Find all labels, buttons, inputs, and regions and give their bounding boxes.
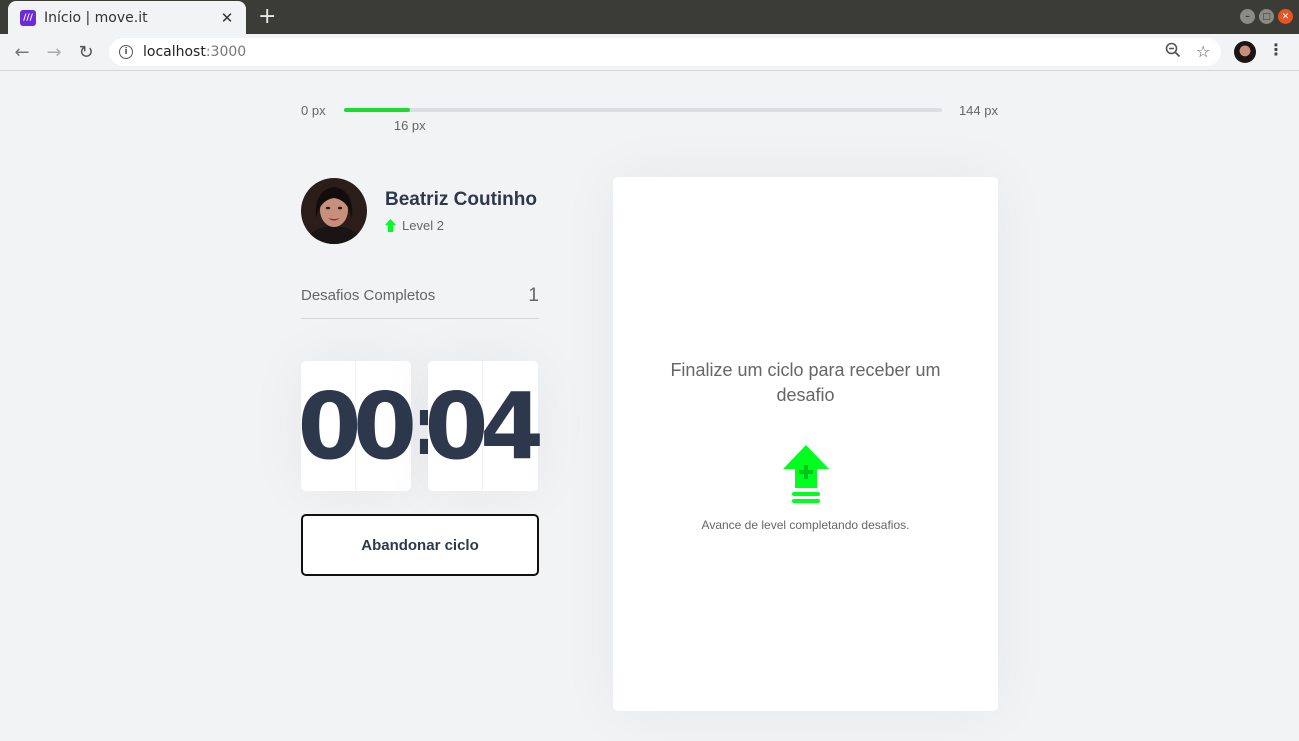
countdown-timer: 0 0 : 0 4 bbox=[298, 361, 544, 491]
second-digit: 4 bbox=[480, 372, 544, 480]
site-info-icon[interactable]: i bbox=[119, 45, 133, 59]
experience-fill bbox=[344, 108, 410, 112]
completed-challenges-count: 1 bbox=[528, 285, 539, 306]
challenge-empty-title: Finalize um ciclo para receber um desafi… bbox=[670, 360, 941, 405]
challenge-hint: Avance de level completando desafios. bbox=[701, 518, 910, 532]
moveit-favicon-icon: /// bbox=[20, 9, 36, 26]
level-up-arrow-icon bbox=[782, 445, 829, 503]
challenge-box: Finalize um ciclo para receber um desafi… bbox=[613, 177, 998, 711]
new-tab-icon[interactable]: + bbox=[258, 4, 276, 30]
profile-avatar-icon[interactable] bbox=[1234, 41, 1256, 63]
browser-tab-bar: /// Início | move.it ✕ + – □ ✕ bbox=[0, 0, 1299, 34]
tab-title: Início | move.it bbox=[44, 9, 148, 26]
profile-info: Beatriz Coutinho Level 2 bbox=[385, 189, 537, 233]
abandon-cycle-button[interactable]: Abandonar ciclo bbox=[301, 514, 539, 576]
minute-digit: 0 bbox=[353, 372, 417, 480]
experience-current-label: 16 px bbox=[393, 118, 426, 133]
user-avatar bbox=[301, 177, 367, 244]
level-label: Level 2 bbox=[402, 217, 444, 233]
level-up-icon bbox=[385, 218, 396, 232]
minute-digit: 0 bbox=[298, 361, 362, 491]
user-level: Level 2 bbox=[385, 218, 537, 233]
experience-bar: 0 px 16 px 144 px bbox=[301, 100, 998, 134]
close-window-icon[interactable]: ✕ bbox=[1278, 9, 1293, 24]
browser-tab[interactable]: /// Início | move.it ✕ bbox=[8, 1, 246, 34]
completed-challenges-label: Desafios Completos bbox=[301, 287, 436, 304]
bookmark-star-icon[interactable]: ☆ bbox=[1196, 42, 1210, 61]
url-text: localhost:3000 bbox=[143, 44, 247, 60]
completed-challenges: Desafios Completos 1 bbox=[301, 278, 539, 319]
browser-toolbar: ← → ↻ i localhost:3000 ☆ ⋮ bbox=[0, 34, 1299, 71]
address-bar[interactable]: i localhost:3000 ☆ bbox=[109, 38, 1221, 66]
maximize-window-icon[interactable]: □ bbox=[1259, 9, 1274, 24]
window-controls: – □ ✕ bbox=[1240, 9, 1293, 24]
second-digit: 0 bbox=[425, 361, 489, 491]
experience-max-label: 144 px bbox=[958, 103, 998, 118]
minimize-window-icon[interactable]: – bbox=[1240, 9, 1255, 24]
reload-icon[interactable]: ↻ bbox=[74, 40, 98, 64]
forward-arrow-icon[interactable]: → bbox=[42, 40, 66, 64]
close-tab-icon[interactable]: ✕ bbox=[218, 9, 236, 27]
zoom-icon[interactable] bbox=[1165, 42, 1181, 62]
countdown-seconds: 0 4 bbox=[425, 361, 544, 491]
user-name: Beatriz Coutinho bbox=[385, 188, 537, 210]
profile-card: Beatriz Coutinho Level 2 bbox=[301, 177, 541, 244]
experience-min-label: 0 px bbox=[301, 103, 326, 118]
back-arrow-icon[interactable]: ← bbox=[10, 40, 34, 64]
experience-track bbox=[344, 108, 942, 112]
countdown-minutes: 0 0 bbox=[298, 361, 417, 491]
menu-kebab-icon[interactable]: ⋮ bbox=[1268, 40, 1284, 59]
